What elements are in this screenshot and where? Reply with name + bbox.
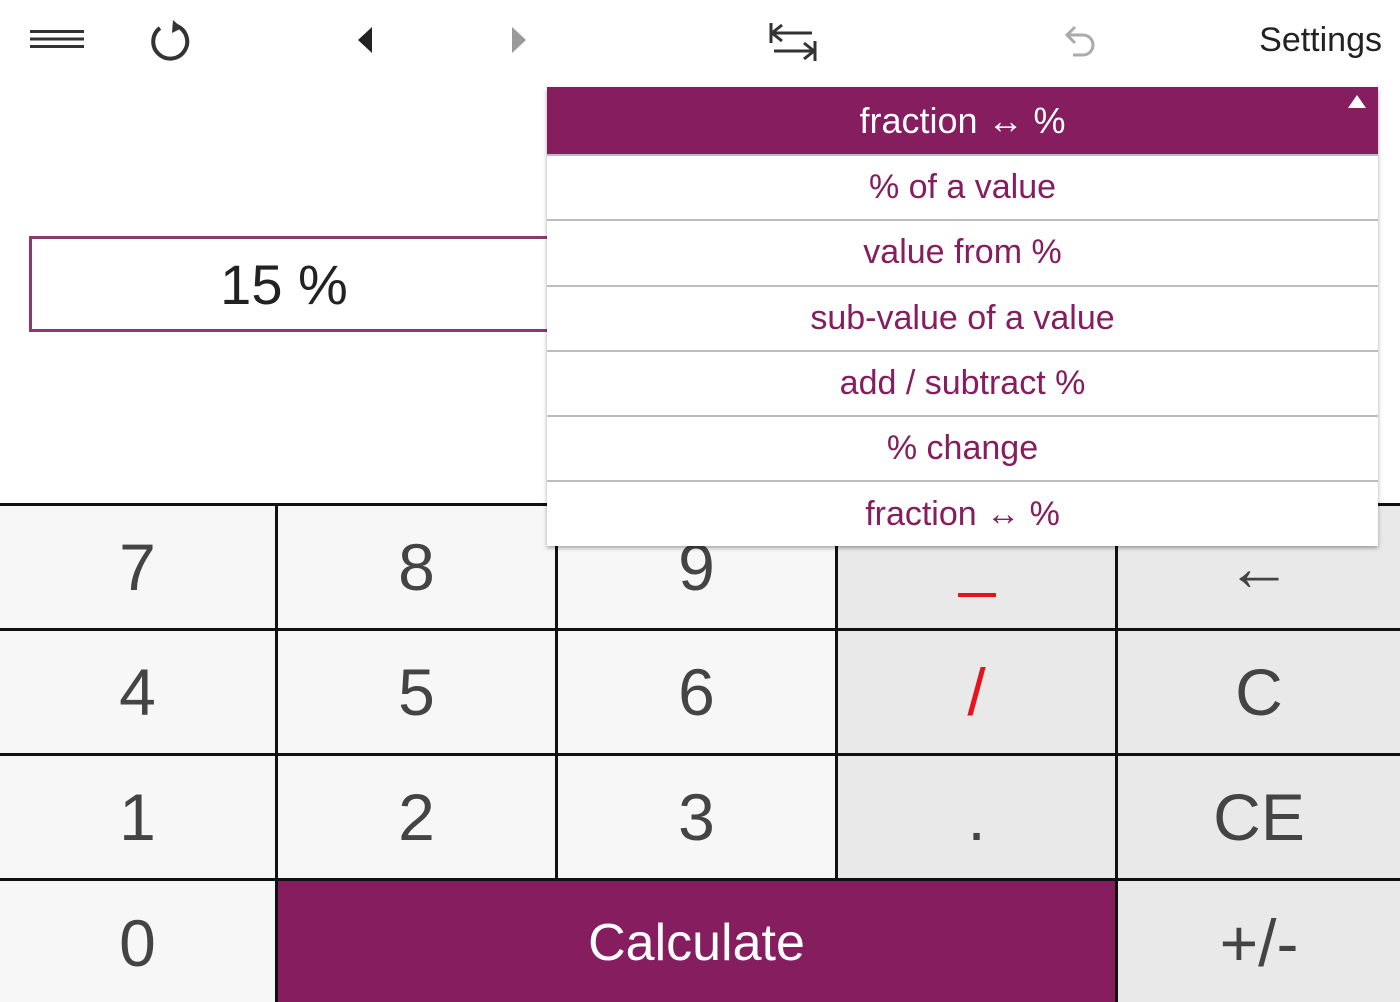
- key-4[interactable]: 4: [0, 631, 278, 756]
- key-6[interactable]: 6: [558, 631, 838, 756]
- key-decimal[interactable]: .: [838, 756, 1118, 881]
- minus-icon: [957, 593, 996, 597]
- dropdown-item-sub-value[interactable]: sub-value of a value: [547, 284, 1378, 350]
- dropdown-selected-label: fraction ↔ %: [859, 99, 1066, 141]
- display-value: 15 %: [220, 252, 348, 316]
- key-0[interactable]: 0: [0, 881, 278, 1002]
- key-7[interactable]: 7: [0, 506, 278, 631]
- key-2[interactable]: 2: [278, 756, 558, 881]
- dropdown-item-percent-of-value[interactable]: % of a value: [547, 154, 1378, 219]
- key-clear[interactable]: C: [1118, 631, 1400, 756]
- key-plus-minus[interactable]: +/-: [1118, 881, 1400, 1002]
- toolbar: Settings: [0, 0, 1400, 80]
- key-clear-entry[interactable]: CE: [1118, 756, 1400, 881]
- calculate-button[interactable]: Calculate: [278, 881, 1118, 1002]
- previous-icon[interactable]: [346, 20, 382, 60]
- dropdown-item-add-subtract[interactable]: add / subtract %: [547, 349, 1378, 415]
- key-8[interactable]: 8: [278, 506, 558, 631]
- key-3[interactable]: 3: [558, 756, 838, 881]
- dropdown-selected[interactable]: fraction ↔ %: [547, 87, 1378, 154]
- percentage-calculator: Settings 15 % 7 8 9 ← 4 5 6 / C 1 2 3 . …: [0, 0, 1400, 1002]
- key-divide[interactable]: /: [838, 631, 1118, 756]
- undo-icon[interactable]: [1056, 18, 1102, 64]
- dropdown-item-fraction-percent[interactable]: fraction ↔ %: [547, 480, 1378, 545]
- keypad: 7 8 9 ← 4 5 6 / C 1 2 3 . CE 0 Calculate…: [0, 503, 1400, 1002]
- next-icon[interactable]: [502, 20, 538, 60]
- key-5[interactable]: 5: [278, 631, 558, 756]
- dropdown-item-value-from-percent[interactable]: value from %: [547, 219, 1378, 284]
- menu-icon[interactable]: [28, 22, 86, 56]
- mode-dropdown: fraction ↔ % % of a value value from % s…: [547, 87, 1378, 546]
- value-display[interactable]: 15 %: [29, 236, 589, 332]
- dropdown-item-percent-change[interactable]: % change: [547, 415, 1378, 480]
- swap-icon[interactable]: [766, 18, 820, 66]
- settings-button[interactable]: Settings: [1259, 18, 1382, 62]
- reset-icon[interactable]: [142, 14, 196, 68]
- caret-up-icon: [1348, 95, 1366, 108]
- key-1[interactable]: 1: [0, 756, 278, 881]
